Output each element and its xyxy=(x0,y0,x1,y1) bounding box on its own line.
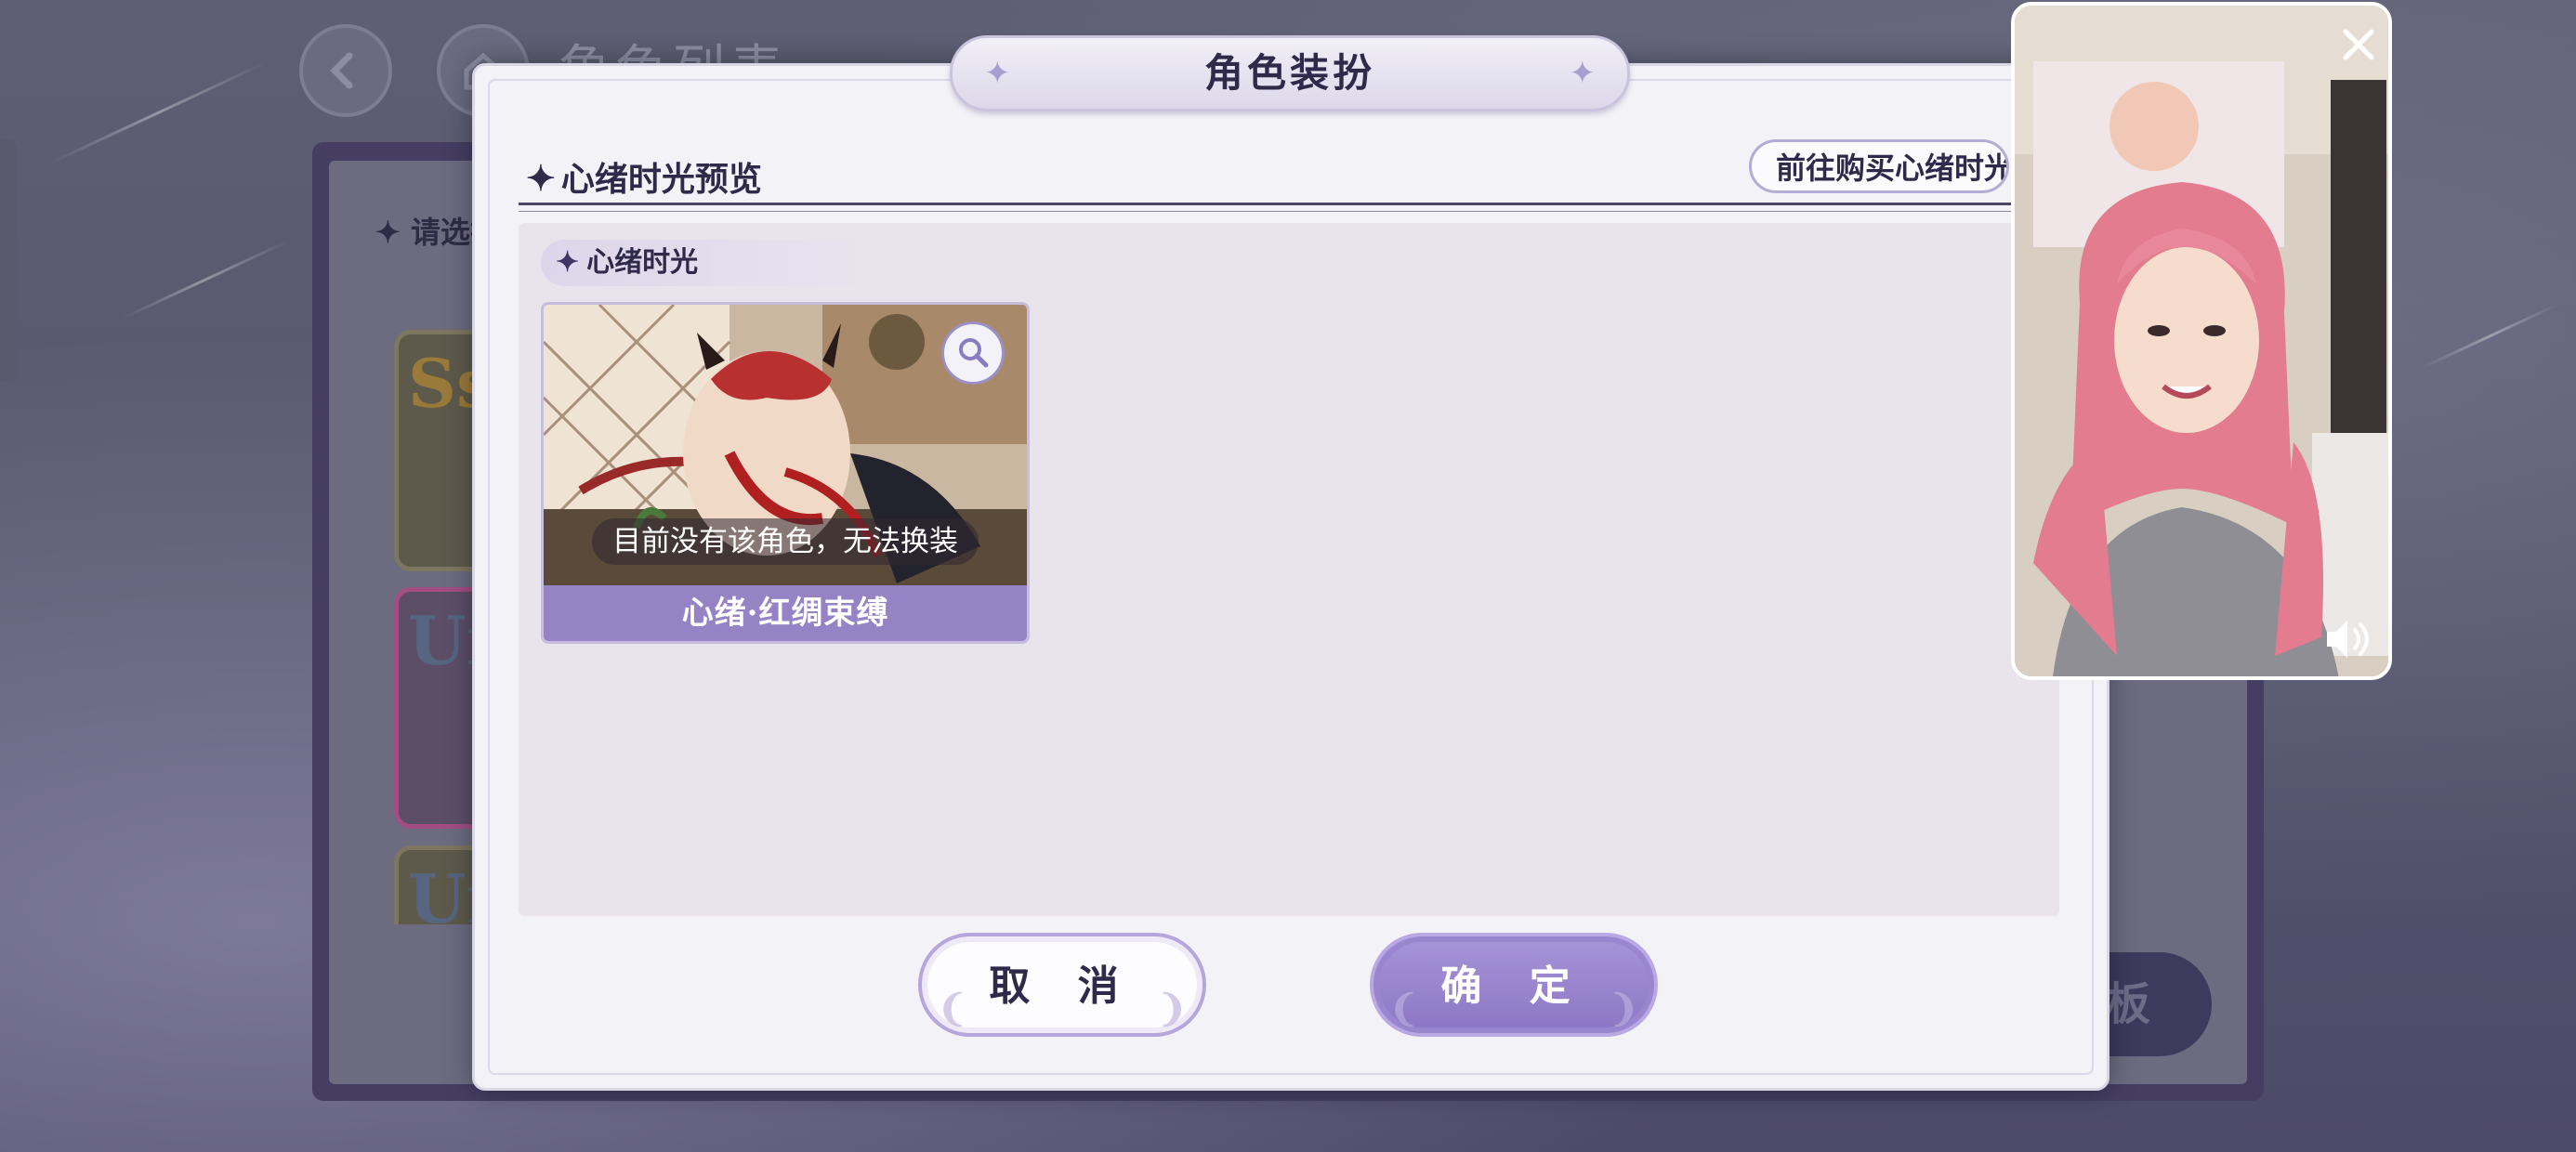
zoom-button[interactable] xyxy=(941,321,1005,385)
speaker-icon[interactable] xyxy=(2323,617,2375,661)
cancel-button-label: 取 消 xyxy=(989,962,1136,1010)
section-title: 心绪时光预览 xyxy=(560,160,762,199)
video-call-overlay[interactable] xyxy=(2011,2,2392,680)
confirm-button[interactable]: ❨ 确 定 ❩ xyxy=(1370,933,1658,1037)
sparkle-icon: ✦ xyxy=(526,157,556,199)
ornament-icon: ❨ xyxy=(937,987,968,1030)
close-icon[interactable] xyxy=(2338,24,2379,65)
section-header: ✦ 心绪时光预览 xyxy=(526,152,762,201)
sparkle-icon: ✦ xyxy=(1569,55,1597,92)
section-divider xyxy=(519,203,2061,212)
category-tag-label: 心绪时光 xyxy=(586,246,699,279)
category-tag[interactable]: ✦ 心绪时光 xyxy=(541,240,907,286)
ornament-icon: ❩ xyxy=(1608,987,1639,1030)
side-drawer-tab[interactable] xyxy=(0,139,17,381)
confirm-button-label: 确 定 xyxy=(1440,962,1587,1010)
dialog-title: 角色装扮 xyxy=(1203,50,1375,96)
magnifier-icon xyxy=(959,338,989,368)
costume-card-name: 心绪·红绸束缚 xyxy=(544,585,1027,641)
back-arrow-icon xyxy=(330,52,353,89)
sparkle-icon: ✦ xyxy=(984,55,1011,92)
buy-mood-time-button[interactable]: 前往购买心绪时光 xyxy=(1749,139,2009,193)
sparkle-icon: ✦ xyxy=(556,246,580,279)
costume-card[interactable]: 目前没有该角色，无法换装 心绪·红绸束缚 xyxy=(541,302,1030,644)
card-unavailable-notice: 目前没有该角色，无法换装 xyxy=(592,518,979,565)
ornament-icon: ❨ xyxy=(1388,987,1420,1030)
cancel-button[interactable]: ❨ 取 消 ❩ xyxy=(918,933,1206,1037)
back-button[interactable] xyxy=(299,24,392,117)
dialog-title-plate: ✦ 角色装扮 ✦ xyxy=(950,35,1630,111)
ornament-icon: ❩ xyxy=(1156,987,1188,1030)
video-feed xyxy=(2015,6,2388,676)
